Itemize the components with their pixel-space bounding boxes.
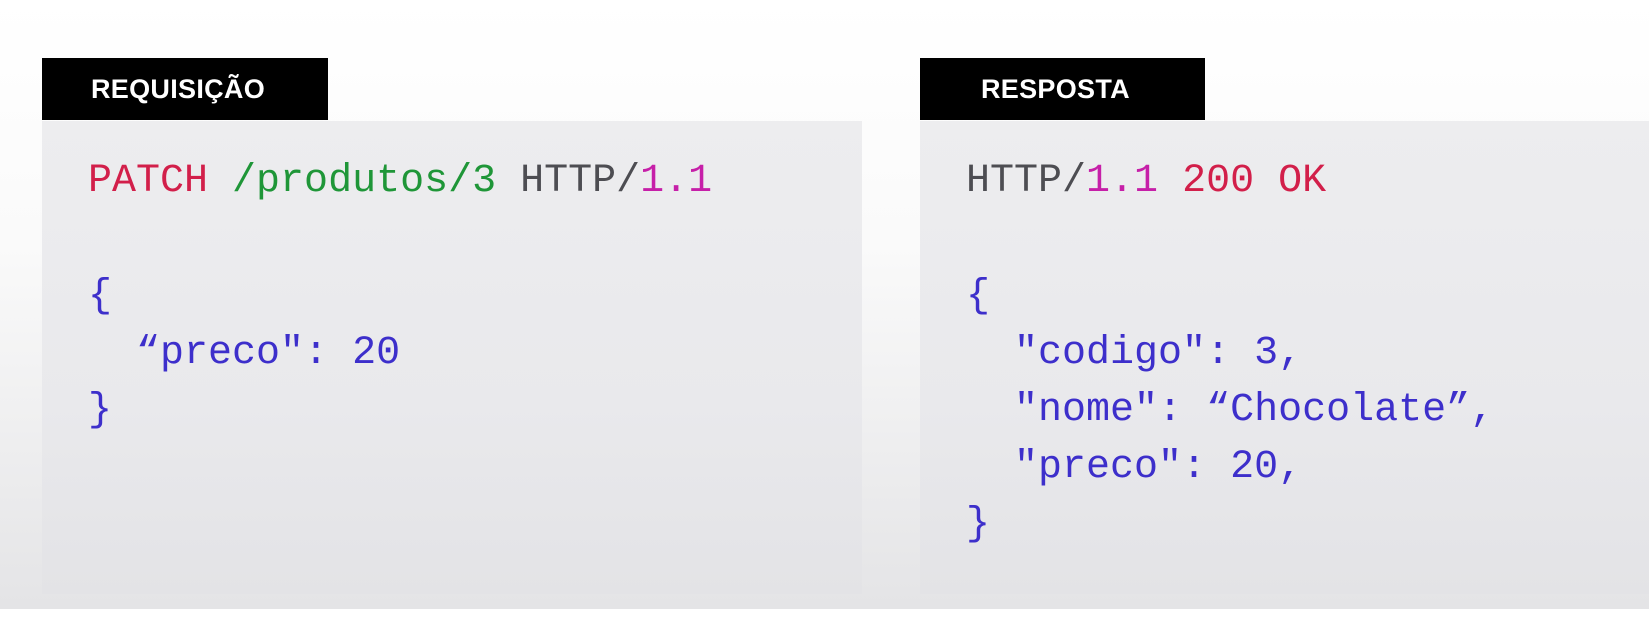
response-field-comma: ,	[1278, 331, 1303, 376]
response-protocol-version: 1.1	[1086, 159, 1159, 204]
request-body-close: }	[88, 382, 112, 440]
request-path: /produtos/3	[232, 159, 497, 204]
response-field-value: “Chocolate”	[1206, 388, 1471, 433]
response-field-key: "preco"	[1014, 445, 1183, 490]
response-protocol: HTTP/	[966, 159, 1087, 204]
request-protocol-version: 1.1	[640, 159, 713, 204]
status-line: HTTP/1.1 200 OK	[966, 153, 1326, 211]
response-tab-label: RESPOSTA	[920, 58, 1205, 120]
response-field-sep: :	[1182, 445, 1231, 490]
request-field-value: 20	[352, 331, 401, 376]
response-code-panel: HTTP/1.1 200 OK { "codigo": 3, "nome": “…	[920, 121, 1649, 594]
response-field-comma: ,	[1470, 388, 1495, 433]
request-body-field: “preco": 20	[88, 325, 400, 383]
status-code: 200 OK	[1182, 159, 1327, 204]
request-protocol: HTTP/	[520, 159, 641, 204]
response-field-comma: ,	[1278, 445, 1303, 490]
response-open-brace: {	[966, 274, 991, 319]
http-method: PATCH	[88, 159, 209, 204]
response-field-key: "nome"	[1014, 388, 1159, 433]
response-close-brace: }	[966, 502, 991, 547]
response-code: HTTP/1.1 200 OK { "codigo": 3, "nome": “…	[966, 153, 1494, 617]
request-open-brace: {	[88, 274, 113, 319]
request-body-open: {	[88, 268, 112, 326]
response-field-key: "codigo"	[1014, 331, 1207, 376]
response-field-nome: "nome": “Chocolate”,	[966, 382, 1494, 440]
response-field-preco: "preco": 20,	[966, 439, 1302, 497]
response-field-codigo: "codigo": 3,	[966, 325, 1302, 383]
request-field-key: “preco"	[136, 331, 305, 376]
request-close-brace: }	[88, 388, 113, 433]
response-body-close: }	[966, 496, 990, 554]
response-body-open: {	[966, 268, 990, 326]
request-code-panel: PATCH /produtos/3 HTTP/1.1 { “preco": 20…	[42, 121, 862, 594]
request-line: PATCH /produtos/3 HTTP/1.1	[88, 153, 712, 211]
response-field-value: 20	[1230, 445, 1279, 490]
response-field-sep: :	[1158, 388, 1207, 433]
response-field-value: 3	[1254, 331, 1279, 376]
request-field-sep: :	[304, 331, 353, 376]
request-tab-label: REQUISIÇÃO	[42, 58, 328, 120]
request-code: PATCH /produtos/3 HTTP/1.1 { “preco": 20…	[88, 153, 712, 501]
response-field-sep: :	[1206, 331, 1255, 376]
